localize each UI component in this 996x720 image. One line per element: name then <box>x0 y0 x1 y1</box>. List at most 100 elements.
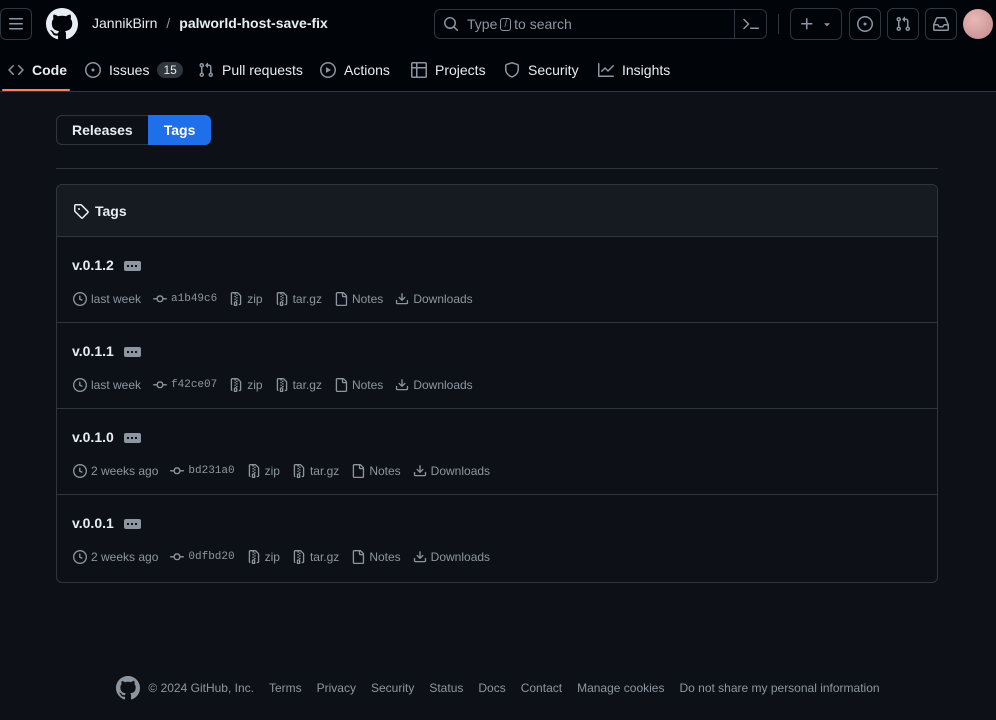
footer: © 2024 GitHub, Inc. Terms Privacy Securi… <box>0 676 996 700</box>
search-placeholder-prefix: Type <box>467 16 498 32</box>
tags-box: Tags v.0.1.2 last week a1b49c6 zip tar.g… <box>56 184 938 583</box>
tag-commit-sha[interactable]: f42ce07 <box>171 379 217 391</box>
footer-link-terms[interactable]: Terms <box>269 681 302 695</box>
tab-issues[interactable]: Issues 15 <box>85 56 183 84</box>
tag-name-link[interactable]: v.0.1.0 <box>72 429 114 445</box>
tag-name-link[interactable]: v.0.1.2 <box>72 257 114 273</box>
tag-name-link[interactable]: v.0.1.1 <box>72 343 114 359</box>
tag-zip-link[interactable]: zip <box>247 464 280 478</box>
tab-insights[interactable]: Insights <box>598 56 670 84</box>
tag-zip-link[interactable]: zip <box>247 550 280 564</box>
tab-projects[interactable]: Projects <box>411 56 486 84</box>
tag-date: 2 weeks ago <box>73 464 158 478</box>
tag-commit[interactable]: 0dfbd20 <box>170 550 235 564</box>
git-pull-request-icon <box>198 62 214 78</box>
footer-link-contact[interactable]: Contact <box>521 681 562 695</box>
tab-security[interactable]: Security <box>504 56 579 84</box>
file-zip-icon <box>229 378 243 392</box>
tag-downloads-label[interactable]: Downloads <box>431 550 490 564</box>
user-avatar[interactable] <box>963 9 993 39</box>
tag-commit[interactable]: bd231a0 <box>170 464 235 478</box>
git-commit-icon <box>170 550 185 564</box>
tag-commit-sha[interactable]: bd231a0 <box>188 465 234 477</box>
tag-notes-link[interactable]: Notes <box>351 550 401 564</box>
tag-targz-link[interactable]: tar.gz <box>275 378 322 392</box>
ellipsis-icon[interactable] <box>123 347 141 357</box>
tag-downloads-link[interactable]: Downloads <box>413 464 490 478</box>
download-icon <box>413 550 427 564</box>
tab-pull-requests-label: Pull requests <box>222 62 303 78</box>
tag-downloads-label[interactable]: Downloads <box>413 378 472 392</box>
ellipsis-icon[interactable] <box>123 519 141 529</box>
tag-zip-label[interactable]: zip <box>247 292 262 306</box>
create-new-button[interactable] <box>790 8 842 40</box>
tag-targz-label[interactable]: tar.gz <box>293 292 322 306</box>
tag-name-link[interactable]: v.0.0.1 <box>72 515 114 531</box>
tag-commit-sha[interactable]: 0dfbd20 <box>188 551 234 563</box>
footer-link-status[interactable]: Status <box>429 681 463 695</box>
search-input[interactable]: Type / to search <box>434 9 767 39</box>
tab-issues-label: Issues <box>109 62 150 78</box>
footer-link-do-not-share[interactable]: Do not share my personal information <box>679 681 879 695</box>
tag-meta: 2 weeks ago bd231a0 zip tar.gz Notes Dow… <box>73 464 502 478</box>
menu-button[interactable] <box>0 8 32 40</box>
breadcrumb-repo[interactable]: palworld-host-save-fix <box>179 15 328 31</box>
tag-notes-label[interactable]: Notes <box>369 464 400 478</box>
tag-notes-label[interactable]: Notes <box>352 378 383 392</box>
tag-downloads-link[interactable]: Downloads <box>395 378 473 392</box>
tag-targz-label[interactable]: tar.gz <box>310 464 339 478</box>
tag-notes-link[interactable]: Notes <box>351 464 401 478</box>
shield-icon <box>504 62 520 78</box>
github-logo-icon[interactable] <box>46 8 78 40</box>
search-icon <box>443 16 459 32</box>
breadcrumb-owner[interactable]: JannikBirn <box>92 15 157 31</box>
tag-targz-link[interactable]: tar.gz <box>292 464 339 478</box>
tag-zip-label[interactable]: zip <box>265 464 280 478</box>
tag-targz-link[interactable]: tar.gz <box>275 292 322 306</box>
github-footer-logo-icon[interactable] <box>116 676 141 700</box>
command-palette-icon[interactable] <box>734 9 766 39</box>
tag-meta: 2 weeks ago 0dfbd20 zip tar.gz Notes Dow… <box>73 550 502 564</box>
active-tab-indicator <box>2 89 70 91</box>
footer-link-security[interactable]: Security <box>371 681 414 695</box>
tag-zip-link[interactable]: zip <box>229 292 263 306</box>
file-zip-icon <box>275 292 289 306</box>
tag-notes-label[interactable]: Notes <box>369 550 400 564</box>
tag-targz-link[interactable]: tar.gz <box>292 550 339 564</box>
tab-code[interactable]: Code <box>8 56 67 84</box>
tag-targz-label[interactable]: tar.gz <box>310 550 339 564</box>
tag-commit[interactable]: a1b49c6 <box>153 292 217 306</box>
ellipsis-icon[interactable] <box>123 433 141 443</box>
download-icon <box>395 378 409 392</box>
table-icon <box>411 62 427 78</box>
tag-notes-link[interactable]: Notes <box>334 378 383 392</box>
tab-insights-label: Insights <box>622 62 671 78</box>
tags-tab-button[interactable]: Tags <box>147 115 212 145</box>
tag-downloads-link[interactable]: Downloads <box>413 550 490 564</box>
tab-pull-requests[interactable]: Pull requests <box>198 56 303 84</box>
releases-tab-button[interactable]: Releases <box>56 115 148 145</box>
your-issues-button[interactable] <box>849 8 881 40</box>
tab-actions[interactable]: Actions <box>320 56 390 84</box>
footer-link-docs[interactable]: Docs <box>478 681 505 695</box>
tag-zip-label[interactable]: zip <box>265 550 280 564</box>
tag-notes-link[interactable]: Notes <box>334 292 383 306</box>
tag-zip-label[interactable]: zip <box>247 378 262 392</box>
tag-notes-label[interactable]: Notes <box>352 292 383 306</box>
tag-downloads-label[interactable]: Downloads <box>431 464 490 478</box>
issue-opened-icon <box>85 62 101 78</box>
your-pull-requests-button[interactable] <box>887 8 919 40</box>
tab-code-label: Code <box>32 62 67 78</box>
footer-link-privacy[interactable]: Privacy <box>317 681 356 695</box>
git-commit-icon <box>153 292 168 306</box>
tag-downloads-label[interactable]: Downloads <box>413 292 472 306</box>
tag-downloads-link[interactable]: Downloads <box>395 292 473 306</box>
tab-security-label: Security <box>528 62 579 78</box>
tag-zip-link[interactable]: zip <box>229 378 263 392</box>
tag-commit[interactable]: f42ce07 <box>153 378 217 392</box>
tag-commit-sha[interactable]: a1b49c6 <box>171 293 217 305</box>
footer-link-manage-cookies[interactable]: Manage cookies <box>577 681 664 695</box>
notifications-button[interactable] <box>925 8 957 40</box>
tag-targz-label[interactable]: tar.gz <box>293 378 322 392</box>
ellipsis-icon[interactable] <box>123 261 141 271</box>
